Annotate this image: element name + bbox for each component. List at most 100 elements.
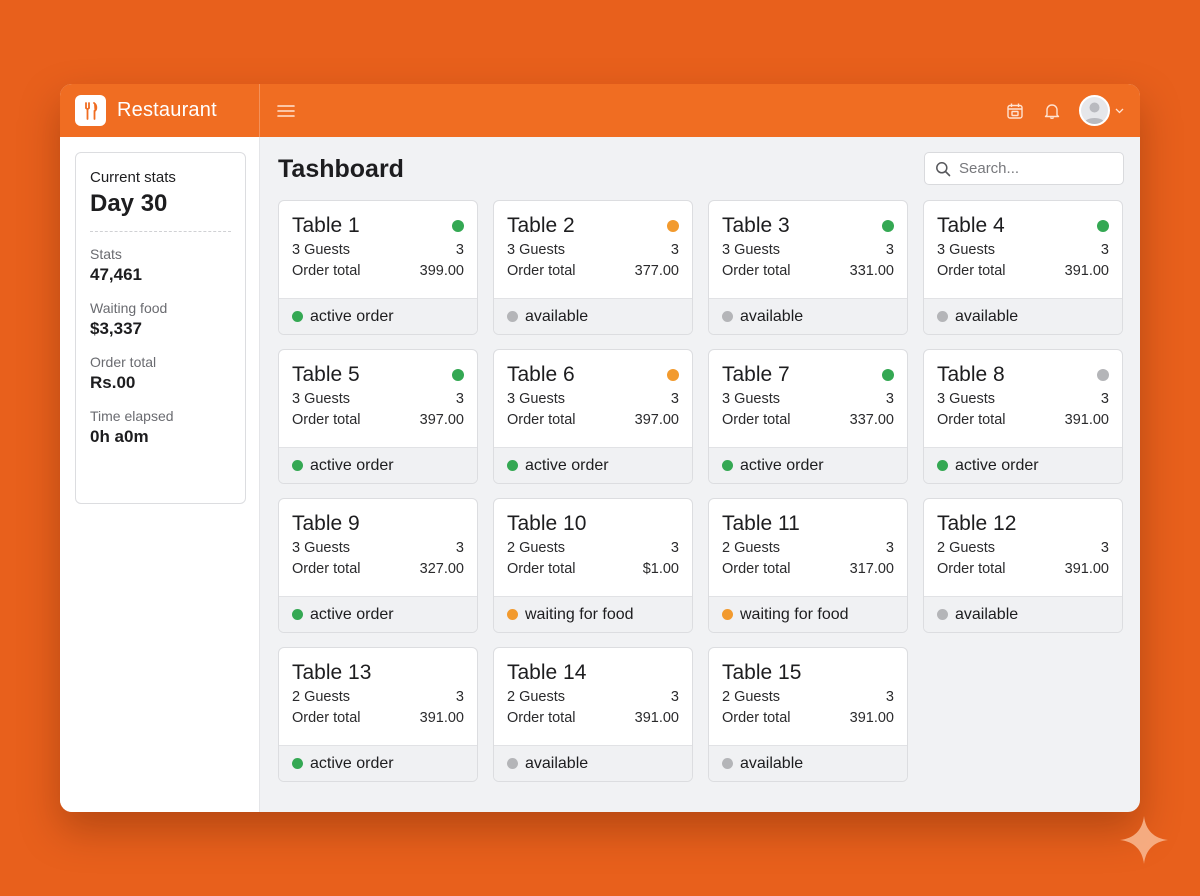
search-box[interactable] [924,152,1124,185]
guests-row: 3 Guests 3 [709,388,907,409]
brand[interactable]: Restaurant [60,84,260,137]
total-row: Order total 331.00 [709,260,907,281]
total-label: Order total [292,262,361,279]
status-text: waiting for food [740,605,849,623]
stats-heading: Current stats [90,169,176,186]
guests-label: 2 Guests [292,688,351,705]
status-indicator [667,369,679,381]
status-indicator [667,220,679,232]
status-dot [722,460,733,471]
status-text: available [525,754,589,772]
tables-grid: Table 1 3 Guests 3 Order total 399.00 acti… [278,200,1123,782]
total-row: Order total 317.00 [709,558,907,579]
status-dot [722,311,733,322]
status-text: available [740,307,804,325]
table-card[interactable]: Table 1 3 Guests 3 Order total 399.00 acti… [278,200,478,335]
guests-count: 3 [455,390,464,407]
status-badge: active order [279,447,477,483]
guests-row: 3 Guests 3 [924,388,1122,409]
order-total: 317.00 [849,560,894,577]
menu-button[interactable] [276,101,296,121]
guests-label: 2 Guests [937,539,996,556]
total-label: Order total [722,560,791,577]
total-label: Order total [507,262,576,279]
order-total: 391.00 [1064,560,1109,577]
table-card[interactable]: Table 9 3 Guests 3 Order total 327.00 acti… [278,498,478,633]
table-card[interactable]: Table 2 3 Guests 3 Order total 377.00 avai… [493,200,693,335]
table-name: Table 14 [507,661,587,684]
status-dot [292,609,303,620]
total-row: Order total 397.00 [494,409,692,430]
order-total: 391.00 [1064,262,1109,279]
order-total: 391.00 [419,709,464,726]
guests-count: 3 [885,241,894,258]
avatar[interactable] [1079,95,1110,126]
table-card[interactable]: Table 7 3 Guests 3 Order total 337.00 acti… [708,349,908,484]
stat-order-total: Order total Rs.00 [90,354,231,393]
guests-row: 2 Guests 3 [279,686,477,707]
total-row: Order total 391.00 [924,409,1122,430]
guests-row: 3 Guests 3 [709,239,907,260]
notifications-button[interactable] [1041,100,1063,122]
status-badge: available [494,298,692,334]
table-card[interactable]: Table 14 2 Guests 3 Order total 391.00 ava… [493,647,693,782]
guests-count: 3 [885,688,894,705]
status-text: active order [310,754,394,772]
total-label: Order total [292,709,361,726]
guests-label: 3 Guests [507,241,566,258]
stat-value: $3,337 [90,319,142,338]
chevron-down-icon[interactable] [1114,106,1124,116]
status-badge: active order [279,596,477,632]
total-row: Order total 397.00 [279,409,477,430]
total-label: Order total [507,411,576,428]
status-indicator [452,369,464,381]
status-indicator [882,220,894,232]
total-label: Order total [722,709,791,726]
guests-row: 3 Guests 3 [494,239,692,260]
table-name: Table 6 [507,363,575,386]
guests-count: 3 [670,539,679,556]
table-card[interactable]: Table 4 3 Guests 3 Order total 391.00 avai… [923,200,1123,335]
table-name: Table 7 [722,363,790,386]
table-card[interactable]: Table 8 3 Guests 3 Order total 391.00 acti… [923,349,1123,484]
total-label: Order total [507,560,576,577]
calendar-button[interactable] [1004,100,1026,122]
table-card[interactable]: Table 13 2 Guests 3 Order total 391.00 act… [278,647,478,782]
status-badge: waiting for food [709,596,907,632]
status-indicator [1097,220,1109,232]
status-text: waiting for food [525,605,634,623]
fork-knife-icon [75,95,106,126]
guests-label: 2 Guests [722,688,781,705]
table-card[interactable]: Table 12 2 Guests 3 Order total 391.00 ava… [923,498,1123,633]
order-total: 391.00 [849,709,894,726]
status-dot [937,311,948,322]
divider [90,231,231,232]
table-card[interactable]: Table 3 3 Guests 3 Order total 331.00 avai… [708,200,908,335]
table-name: Table 15 [722,661,802,684]
total-row: Order total 391.00 [709,707,907,728]
stat-value: Rs.00 [90,373,136,392]
table-card[interactable]: Table 5 3 Guests 3 Order total 397.00 acti… [278,349,478,484]
search-icon [936,161,951,176]
status-dot [722,758,733,769]
table-card[interactable]: Table 11 2 Guests 3 Order total 317.00 wai… [708,498,908,633]
guests-count: 3 [455,688,464,705]
status-badge: available [924,298,1122,334]
search-input[interactable] [959,160,1109,177]
table-card[interactable]: Table 15 2 Guests 3 Order total 391.00 ava… [708,647,908,782]
status-text: available [955,605,1019,623]
guests-row: 3 Guests 3 [494,388,692,409]
guests-count: 3 [670,390,679,407]
guests-row: 2 Guests 3 [494,537,692,558]
guests-label: 2 Guests [722,539,781,556]
status-badge: available [709,745,907,781]
table-card[interactable]: Table 10 2 Guests 3 Order total $1.00 wait… [493,498,693,633]
guests-row: 2 Guests 3 [924,537,1122,558]
status-text: available [525,307,589,325]
guests-label: 3 Guests [937,390,996,407]
table-card[interactable]: Table 6 3 Guests 3 Order total 397.00 acti… [493,349,693,484]
status-dot [292,460,303,471]
total-label: Order total [937,560,1006,577]
order-total: 391.00 [1064,411,1109,428]
status-badge: available [924,596,1122,632]
